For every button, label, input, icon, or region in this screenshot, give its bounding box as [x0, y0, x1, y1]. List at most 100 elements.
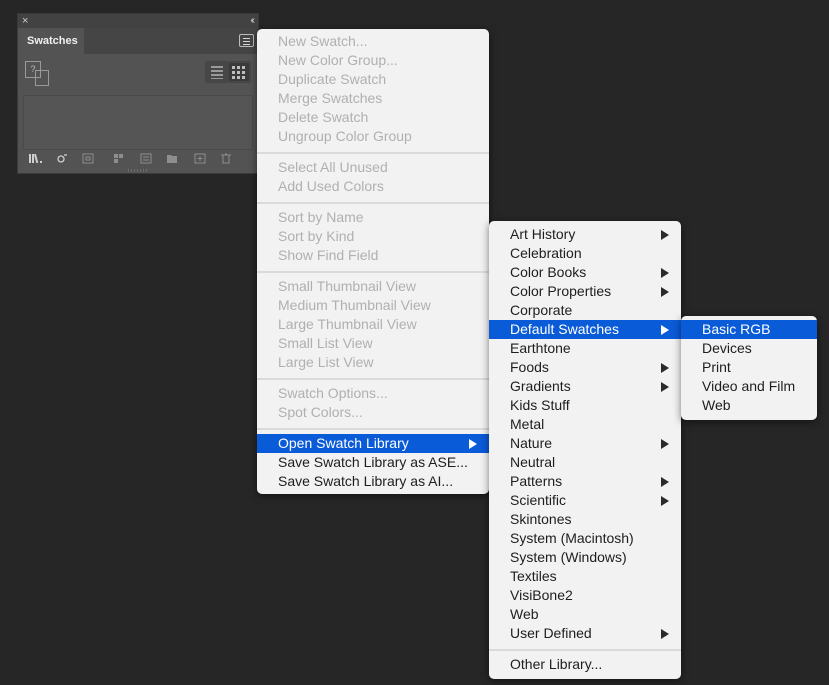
menu-item-label: Video and Film	[702, 378, 796, 394]
menu-item-label: Swatch Options...	[278, 385, 388, 401]
menu-item-label: Show Find Field	[278, 247, 379, 263]
menu-separator	[257, 152, 489, 154]
menu-separator	[489, 649, 681, 651]
color-group-options-icon[interactable]	[113, 153, 125, 164]
menu-item-web[interactable]: Web	[681, 396, 817, 415]
submenu-arrow-icon	[661, 496, 669, 506]
swatch-library-submenu: Art History Celebration Color Books Color P…	[489, 221, 681, 679]
show-find-field-icon[interactable]	[140, 153, 152, 164]
close-icon[interactable]: ×	[22, 14, 28, 28]
menu-item-ungroup-color-group: Ungroup Color Group	[257, 127, 489, 146]
menu-item-foods[interactable]: Foods	[489, 358, 681, 377]
menu-item-textiles[interactable]: Textiles	[489, 567, 681, 586]
submenu-arrow-icon	[661, 629, 669, 639]
menu-item-medium-thumbnail-view: Medium Thumbnail View	[257, 296, 489, 315]
swatches-panel: × ‹‹ Swatches ?	[17, 13, 259, 174]
menu-item-label: Save Swatch Library as ASE...	[278, 454, 468, 470]
menu-item-gradients[interactable]: Gradients	[489, 377, 681, 396]
collapse-icon[interactable]: ‹‹	[250, 14, 254, 28]
menu-item-celebration[interactable]: Celebration	[489, 244, 681, 263]
menu-item-other-library[interactable]: Other Library...	[489, 655, 681, 674]
menu-separator	[257, 378, 489, 380]
menu-item-label: Nature	[510, 435, 553, 451]
menu-item-system-macintosh[interactable]: System (Macintosh)	[489, 529, 681, 548]
submenu-arrow-icon	[661, 230, 669, 240]
menu-item-label: Select All Unused	[278, 159, 388, 175]
menu-item-new-swatch: New Swatch...	[257, 32, 489, 51]
menu-item-label: Print	[702, 359, 731, 375]
menu-item-visibone2[interactable]: VisiBone2	[489, 586, 681, 605]
swatch-list-area[interactable]	[23, 95, 253, 150]
menu-item-label: Spot Colors...	[278, 404, 363, 420]
menu-item-duplicate-swatch: Duplicate Swatch	[257, 70, 489, 89]
menu-item-delete-swatch: Delete Swatch	[257, 108, 489, 127]
menu-item-label: Patterns	[510, 473, 563, 489]
menu-item-add-used-colors: Add Used Colors	[257, 177, 489, 196]
menu-item-label: Celebration	[510, 245, 582, 261]
menu-item-save-swatch-library-as-ai[interactable]: Save Swatch Library as AI...	[257, 472, 489, 491]
tab-swatches[interactable]: Swatches	[18, 28, 84, 54]
panel-title-bar: × ‹‹	[18, 14, 258, 28]
menu-item-nature[interactable]: Nature	[489, 434, 681, 453]
resize-grip[interactable]	[128, 169, 148, 172]
menu-item-sort-by-kind: Sort by Kind	[257, 227, 489, 246]
menu-item-large-thumbnail-view: Large Thumbnail View	[257, 315, 489, 334]
menu-item-skintones[interactable]: Skintones	[489, 510, 681, 529]
menu-item-label: VisiBone2	[510, 587, 573, 603]
menu-item-label: Scientific	[510, 492, 567, 508]
menu-item-user-defined[interactable]: User Defined	[489, 624, 681, 643]
menu-item-small-thumbnail-view: Small Thumbnail View	[257, 277, 489, 296]
menu-item-open-swatch-library[interactable]: Open Swatch Library	[257, 434, 489, 453]
submenu-arrow-icon	[661, 268, 669, 278]
menu-item-kids-stuff[interactable]: Kids Stuff	[489, 396, 681, 415]
menu-item-label: Neutral	[510, 454, 556, 470]
new-swatch-icon[interactable]	[194, 153, 206, 164]
menu-item-metal[interactable]: Metal	[489, 415, 681, 434]
menu-item-spot-colors: Spot Colors...	[257, 403, 489, 422]
menu-item-default-swatches[interactable]: Default Swatches	[489, 320, 681, 339]
menu-item-art-history[interactable]: Art History	[489, 225, 681, 244]
submenu-arrow-icon	[661, 287, 669, 297]
show-kinds-icon[interactable]	[56, 153, 68, 164]
menu-item-label: Color Books	[510, 264, 587, 280]
submenu-arrow-icon	[469, 439, 477, 449]
swatch-options-icon[interactable]	[82, 153, 94, 164]
menu-item-devices[interactable]: Devices	[681, 339, 817, 358]
submenu-arrow-icon	[661, 382, 669, 392]
menu-item-neutral[interactable]: Neutral	[489, 453, 681, 472]
list-view-icon[interactable]	[207, 63, 227, 81]
menu-item-scientific[interactable]: Scientific	[489, 491, 681, 510]
panel-bottom-toolbar	[18, 151, 258, 169]
menu-item-label: System (Macintosh)	[510, 530, 634, 546]
menu-item-label: Save Swatch Library as AI...	[278, 473, 454, 489]
panel-menu-icon[interactable]	[239, 34, 254, 47]
menu-item-label: Textiles	[510, 568, 557, 584]
menu-item-video-and-film[interactable]: Video and Film	[681, 377, 817, 396]
default-swatches-submenu: Basic RGB Devices Print Video and Film Web	[681, 316, 817, 420]
menu-item-sort-by-name: Sort by Name	[257, 208, 489, 227]
menu-item-system-windows[interactable]: System (Windows)	[489, 548, 681, 567]
new-color-group-icon[interactable]	[166, 153, 178, 164]
menu-item-label: Devices	[702, 340, 752, 356]
menu-item-label: Color Properties	[510, 283, 612, 299]
menu-item-patterns[interactable]: Patterns	[489, 472, 681, 491]
submenu-arrow-icon	[661, 439, 669, 449]
menu-item-web[interactable]: Web	[489, 605, 681, 624]
delete-swatch-icon[interactable]	[220, 153, 232, 164]
menu-item-basic-rgb[interactable]: Basic RGB	[681, 320, 817, 339]
menu-item-save-swatch-library-as-ase[interactable]: Save Swatch Library as ASE...	[257, 453, 489, 472]
menu-item-label: New Color Group...	[278, 52, 398, 68]
none-swatch[interactable]: ?	[25, 61, 41, 78]
swatch-libraries-icon[interactable]	[28, 153, 44, 164]
grid-view-icon[interactable]	[229, 63, 249, 81]
menu-item-corporate[interactable]: Corporate	[489, 301, 681, 320]
menu-separator	[257, 271, 489, 273]
menu-item-label: User Defined	[510, 625, 592, 641]
menu-item-color-books[interactable]: Color Books	[489, 263, 681, 282]
menu-item-select-all-unused: Select All Unused	[257, 158, 489, 177]
menu-item-print[interactable]: Print	[681, 358, 817, 377]
menu-item-label: Small List View	[278, 335, 373, 351]
menu-item-earthtone[interactable]: Earthtone	[489, 339, 681, 358]
menu-item-label: Foods	[510, 359, 549, 375]
menu-item-color-properties[interactable]: Color Properties	[489, 282, 681, 301]
